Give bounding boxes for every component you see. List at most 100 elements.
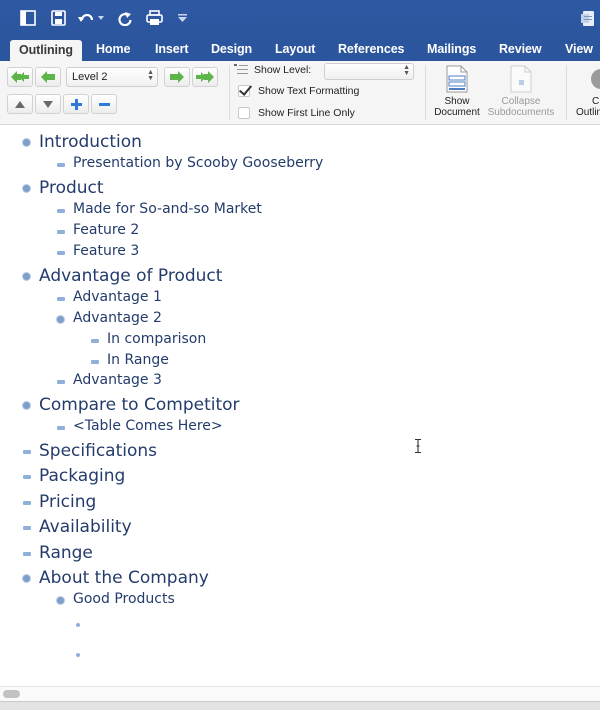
outline-item-level-1[interactable]: Product [39,178,104,198]
ribbon-divider [425,65,426,120]
outline-item-level-3[interactable]: In comparison [107,331,206,347]
expand-bullet-icon[interactable] [23,575,30,582]
tab-references[interactable]: References [338,38,405,61]
outline-item-level-2[interactable]: Presentation by Scooby Gooseberry [73,155,323,171]
outline-item-level-1[interactable]: Pricing [39,492,96,512]
expand-bullet-icon[interactable] [23,185,30,192]
empty-bullet-icon[interactable] [76,653,80,657]
sidebar-toggle-icon[interactable] [19,9,37,27]
collapsed-bullet-icon[interactable] [23,475,31,479]
expand-button[interactable] [63,94,89,114]
collapsed-bullet-icon[interactable] [23,552,31,556]
collapsed-bullet-icon[interactable] [57,230,65,234]
plus-icon [70,98,82,110]
show-first-line-only-option[interactable]: Show First Line Only [238,107,355,119]
show-document-icon [446,65,468,93]
save-icon[interactable] [49,9,67,27]
collapse-subdocuments-label: Collapse [501,96,541,107]
close-outline-view-button[interactable]: C Outlin [572,65,600,118]
outline-item-level-1[interactable]: Introduction [39,132,142,152]
outline-item-level-2[interactable]: Feature 2 [73,222,139,238]
outline-item-level-2[interactable]: Advantage 2 [73,310,162,326]
outline-item-level-2[interactable]: Feature 3 [73,243,139,259]
outline-item-level-1[interactable]: Specifications [39,441,157,461]
outline-item-level-2[interactable]: Good Products [73,591,175,607]
show-text-formatting-option[interactable]: Show Text Formatting [238,85,359,97]
collapsed-bullet-icon[interactable] [57,297,65,301]
promote-to-heading-1-button[interactable] [7,67,33,87]
stepper-arrows-icon: ▲ ▼ [403,64,410,77]
demote-to-body-text-button[interactable] [192,67,218,87]
undo-dropdown-icon[interactable] [97,9,105,27]
redo-icon[interactable] [117,9,133,27]
demote-button[interactable] [164,67,190,87]
print-icon[interactable] [145,9,163,27]
collapse-subdocuments-button[interactable]: Collapse Subdocuments [485,65,557,118]
undo-icon[interactable] [78,9,96,27]
outline-item-level-2[interactable]: Advantage 1 [73,289,162,305]
outline-item-level-2[interactable]: Made for So-and-so Market [73,201,262,217]
up-triangle-icon [15,100,25,108]
tab-review[interactable]: Review [499,38,542,61]
expand-bullet-icon[interactable] [23,139,30,146]
outline-item-level-2[interactable]: <Table Comes Here> [73,418,223,434]
outline-item-level-2[interactable]: Advantage 3 [73,372,162,388]
horizontal-scroll-thumb[interactable] [3,690,20,698]
collapse-button[interactable] [91,94,117,114]
empty-bullet-icon[interactable] [76,623,80,627]
outline-level-select[interactable]: Level 2 ▲ ▼ [66,67,158,87]
show-text-formatting-checkbox[interactable] [238,85,250,97]
show-level-row: Show Level: [234,64,311,76]
show-level-select[interactable]: ▲ ▼ [324,63,414,80]
collapsed-bullet-icon[interactable] [57,163,65,167]
double-left-arrow-icon [11,71,29,83]
collapsed-bullet-icon[interactable] [57,209,65,213]
outline-item-level-1[interactable]: Advantage of Product [39,266,222,286]
collapsed-bullet-icon[interactable] [57,380,65,384]
tab-home[interactable]: Home [96,38,130,61]
move-up-button[interactable] [7,94,33,114]
outline-item-level-1[interactable]: Availability [39,517,132,537]
show-first-line-only-label: Show First Line Only [258,107,355,119]
close-outline-label-2: Outlin [576,107,600,118]
ribbon-divider [229,65,230,120]
tab-design[interactable]: Design [211,38,252,61]
outline-item-level-1[interactable]: Packaging [39,466,125,486]
collapsed-bullet-icon[interactable] [91,360,99,364]
horizontal-scrollbar[interactable] [0,686,600,701]
tab-view[interactable]: View [565,38,593,61]
collapsed-bullet-icon[interactable] [57,251,65,255]
collapsed-bullet-icon[interactable] [23,526,31,530]
customize-toolbar-icon[interactable] [177,9,187,27]
title-bar [0,0,600,38]
document-outline-area[interactable]: Introduction Presentation by Scooby Goose… [0,125,600,685]
show-first-line-only-checkbox[interactable] [238,107,250,119]
tab-layout[interactable]: Layout [275,38,315,61]
close-outline-icon [590,65,600,93]
show-document-button[interactable]: Show Document [432,65,482,118]
collapsed-bullet-icon[interactable] [23,450,31,454]
collapsed-bullet-icon[interactable] [23,501,31,505]
double-right-arrow-icon [196,71,214,83]
expand-bullet-icon[interactable] [57,316,64,323]
collapsed-bullet-icon[interactable] [91,339,99,343]
ribbon-tabs: Outlining Home Insert Design Layout Refe… [0,38,600,61]
word-document-icon [580,9,594,27]
tab-outlining[interactable]: Outlining [10,40,82,61]
left-arrow-icon [41,71,55,83]
outline-item-level-1[interactable]: About the Company [39,568,209,588]
outline-item-level-1[interactable]: Range [39,543,93,563]
minus-icon [98,102,110,106]
move-down-button[interactable] [35,94,61,114]
collapsed-bullet-icon[interactable] [57,426,65,430]
tab-mailings[interactable]: Mailings [427,38,476,61]
outline-item-level-1[interactable]: Compare to Competitor [39,395,240,415]
outline-item-level-3[interactable]: In Range [107,352,169,368]
expand-bullet-icon[interactable] [23,402,30,409]
promote-button[interactable] [35,67,61,87]
expand-bullet-icon[interactable] [23,273,30,280]
text-cursor-icon [415,439,421,453]
tab-insert[interactable]: Insert [155,38,189,61]
outline-level-value: Level 2 [72,71,108,83]
expand-bullet-icon[interactable] [57,597,64,604]
